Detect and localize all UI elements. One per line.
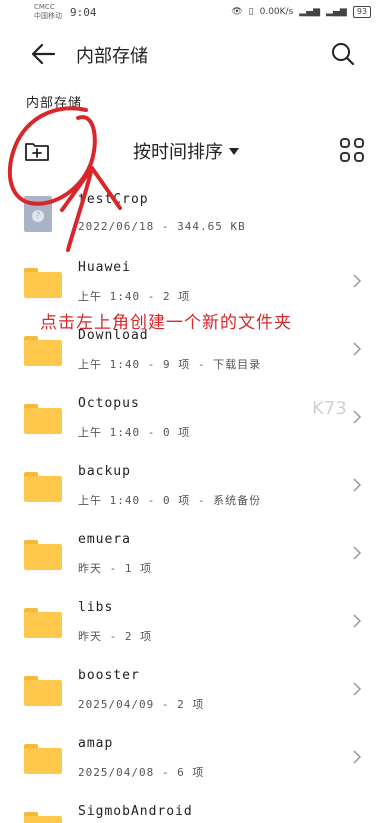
chevron-right-icon <box>353 682 362 696</box>
sort-label: 按时间排序 <box>133 142 223 163</box>
sort-dropdown[interactable]: 按时间排序 <box>133 138 239 164</box>
search-button[interactable] <box>330 41 356 67</box>
new-folder-button[interactable] <box>24 140 50 162</box>
new-folder-icon <box>25 143 49 161</box>
item-meta: 上午 1:40 - 0 项 <box>78 426 191 439</box>
item-meta: 上午 1:40 - 9 项 - 下载目录 <box>78 358 262 371</box>
chevron-right-icon <box>353 478 362 492</box>
back-arrow-icon <box>31 43 56 65</box>
item-name: emuera <box>78 532 131 547</box>
item-name: Octopus <box>78 396 140 411</box>
folder-icon <box>24 540 62 570</box>
item-name: amap <box>78 736 114 751</box>
signal-icon: ▂▄▆ <box>299 7 321 17</box>
search-icon <box>332 43 355 66</box>
clock: 9:04 <box>70 6 97 19</box>
chevron-right-icon <box>353 274 362 288</box>
chevron-right-icon <box>353 614 362 628</box>
item-meta: 上午 1:40 - 0 项 - 系统备份 <box>78 494 262 507</box>
chevron-right-icon <box>353 410 362 424</box>
folder-icon <box>24 812 62 823</box>
folder-icon <box>24 676 62 706</box>
list-item[interactable]: Octopus 上午 1:40 - 0 项 <box>0 386 391 454</box>
vibrate-icon: ▯ <box>248 7 254 17</box>
folder-icon <box>24 268 62 298</box>
app-bar: 内部存储 <box>0 32 391 76</box>
annotation-text: 点击左上角创建一个新的文件夹 <box>40 313 292 333</box>
item-name: booster <box>78 668 140 683</box>
list-item[interactable]: amap 2025/04/08 - 6 项 <box>0 726 391 794</box>
list-item[interactable]: SigmobAndroid <box>0 794 391 823</box>
back-button[interactable] <box>30 42 60 66</box>
carrier-label: CMCC 中国移动 <box>34 3 62 20</box>
item-meta: 昨天 - 1 项 <box>78 562 153 575</box>
list-item[interactable]: backup 上午 1:40 - 0 项 - 系统备份 <box>0 454 391 522</box>
signal-icon-2: ▂▄▆ <box>326 7 347 17</box>
network-speed: 0.00K/s <box>259 7 294 17</box>
list-item[interactable]: ? testCrop 2022/06/18 - 344.65 KB <box>0 182 391 250</box>
item-name: libs <box>78 600 114 615</box>
caret-down-icon <box>229 147 239 155</box>
image-file-icon: ? <box>24 196 52 232</box>
breadcrumb[interactable]: 内部存储 <box>26 92 82 111</box>
list-item[interactable]: emuera 昨天 - 1 项 <box>0 522 391 590</box>
chevron-right-icon <box>353 750 362 764</box>
status-bar: CMCC 中国移动 9:04 👁 ▯ 0.00K/s ▂▄▆ ▂▄▆ 93 <box>0 0 391 26</box>
chevron-right-icon <box>353 546 362 560</box>
item-name: backup <box>78 464 131 479</box>
page-title: 内部存储 <box>76 46 148 67</box>
list-item[interactable]: booster 2025/04/09 - 2 项 <box>0 658 391 726</box>
item-meta: 上午 1:40 - 2 项 <box>78 290 191 303</box>
watermark: K73 <box>312 398 347 419</box>
item-meta: 昨天 - 2 项 <box>78 630 153 643</box>
item-name: testCrop <box>78 192 149 207</box>
eye-icon: 👁 <box>231 7 243 17</box>
grid-icon <box>340 138 350 148</box>
folder-icon <box>24 472 62 502</box>
item-meta: 2025/04/09 - 2 项 <box>78 698 205 711</box>
item-name: SigmobAndroid <box>78 804 193 819</box>
folder-icon <box>24 744 62 774</box>
grid-view-button[interactable] <box>340 138 364 162</box>
status-icons: 👁 ▯ 0.00K/s ▂▄▆ ▂▄▆ 93 <box>231 6 371 18</box>
item-name: Huawei <box>78 260 131 275</box>
item-meta: 2025/04/08 - 6 项 <box>78 766 205 779</box>
toolbar: 按时间排序 <box>0 132 391 172</box>
chevron-right-icon <box>353 342 362 356</box>
list-item[interactable]: libs 昨天 - 2 项 <box>0 590 391 658</box>
battery-icon: 93 <box>352 6 371 18</box>
folder-icon <box>24 336 62 366</box>
folder-icon <box>24 404 62 434</box>
item-meta: 2022/06/18 - 344.65 KB <box>78 220 246 233</box>
folder-icon <box>24 608 62 638</box>
